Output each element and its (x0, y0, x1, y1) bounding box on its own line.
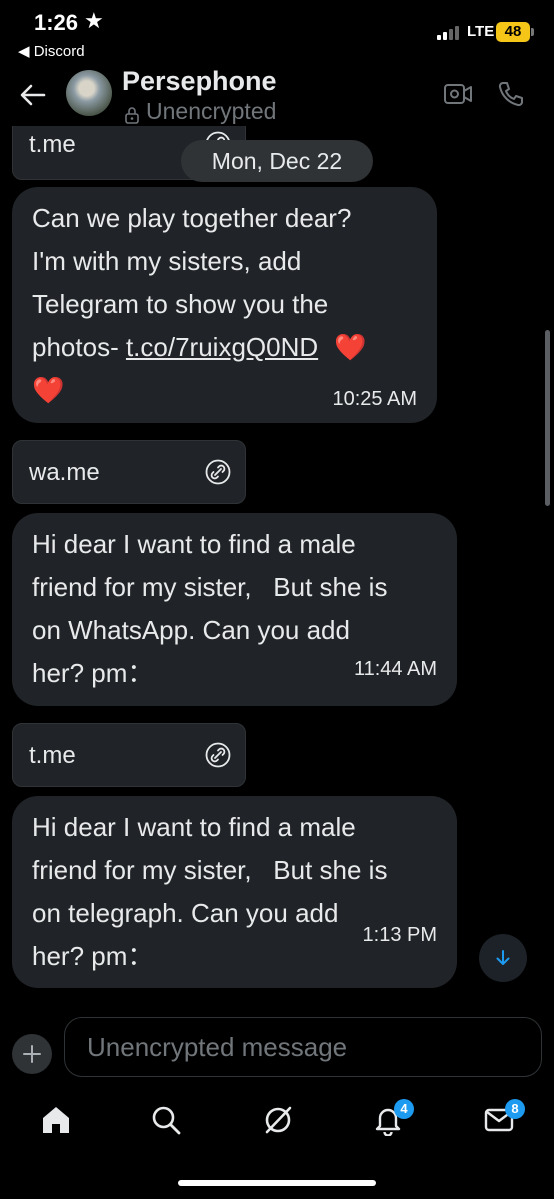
home-icon[interactable] (40, 1104, 72, 1136)
star-icon: ★ (84, 8, 104, 33)
back-arrow-icon[interactable] (18, 80, 48, 110)
status-bar: 1:26 ★ ◀ Discord LTE 48 (0, 0, 554, 64)
message-line: photos- t.co/7ruixgQ0ND ❤️ (32, 326, 432, 369)
message-bubble[interactable]: Hi dear I want to find a male friend for… (12, 796, 457, 988)
message-timestamp: 10:25 AM (332, 388, 417, 410)
conversation-header: Persephone Unencrypted (0, 64, 554, 126)
message-text: Can we play together dear? I'm with my s… (32, 197, 432, 412)
contact-name[interactable]: Persephone (122, 66, 277, 97)
plus-icon (23, 1045, 41, 1063)
link-preview-card[interactable]: t.me (12, 723, 246, 787)
back-to-app-link[interactable]: ◀ Discord (18, 42, 85, 60)
message-input-placeholder: Unencrypted message (87, 1032, 348, 1062)
scroll-to-bottom-button[interactable] (479, 934, 527, 982)
phone-call-icon[interactable] (497, 80, 525, 108)
message-line: Hi dear I want to find a male (32, 812, 356, 842)
search-icon[interactable] (150, 1104, 182, 1136)
message-link[interactable]: t.co/7ruixgQ0ND (126, 332, 318, 362)
link-icon (205, 742, 231, 768)
message-input[interactable]: Unencrypted message (64, 1017, 542, 1077)
message-line: on WhatsApp. Can you add (32, 615, 350, 645)
chat-area: t.me Mon, Dec 22 Can we play together de… (0, 126, 554, 1004)
message-line: I'm with my sisters, add (32, 246, 302, 276)
message-timestamp: 11:44 AM (353, 658, 437, 680)
date-separator: Mon, Dec 22 (181, 140, 373, 182)
home-indicator (178, 1180, 376, 1186)
message-line: friend for my sister, But she is (32, 855, 388, 885)
grok-icon[interactable] (262, 1104, 294, 1136)
heart-emoji: ❤️ (334, 332, 367, 362)
avatar[interactable] (66, 70, 112, 116)
message-text: Hi dear I want to find a male friend for… (32, 806, 452, 978)
network-type: LTE (467, 23, 495, 40)
message-timestamp: 1:13 PM (362, 924, 437, 946)
message-text-prefix: photos- (32, 332, 126, 362)
link-domain: t.me (29, 131, 76, 158)
message-bubble[interactable]: Hi dear I want to find a male friend for… (12, 513, 457, 706)
signal-icon (437, 26, 463, 40)
lock-icon (125, 107, 139, 124)
battery-tip (531, 28, 534, 36)
link-domain: wa.me (29, 459, 100, 486)
arrow-down-icon (496, 950, 510, 965)
video-call-icon[interactable] (443, 80, 473, 108)
add-attachment-button[interactable] (12, 1034, 52, 1074)
message-line: Hi dear I want to find a male (32, 529, 356, 559)
notifications-badge: 4 (394, 1099, 414, 1119)
link-preview-card[interactable]: wa.me (12, 440, 246, 504)
message-line: friend for my sister, But she is (32, 572, 388, 602)
link-icon (205, 459, 231, 485)
link-domain: t.me (29, 742, 76, 769)
battery-icon: 48 (496, 22, 530, 42)
message-bubble[interactable]: Can we play together dear? I'm with my s… (12, 187, 437, 423)
message-line: Telegram to show you the (32, 289, 329, 319)
messages-badge: 8 (505, 1099, 525, 1119)
encryption-status: Unencrypted (146, 98, 277, 124)
status-time: 1:26 (34, 10, 79, 35)
message-line: Can we play together dear? (32, 203, 352, 233)
scrollbar-thumb[interactable] (545, 330, 550, 506)
